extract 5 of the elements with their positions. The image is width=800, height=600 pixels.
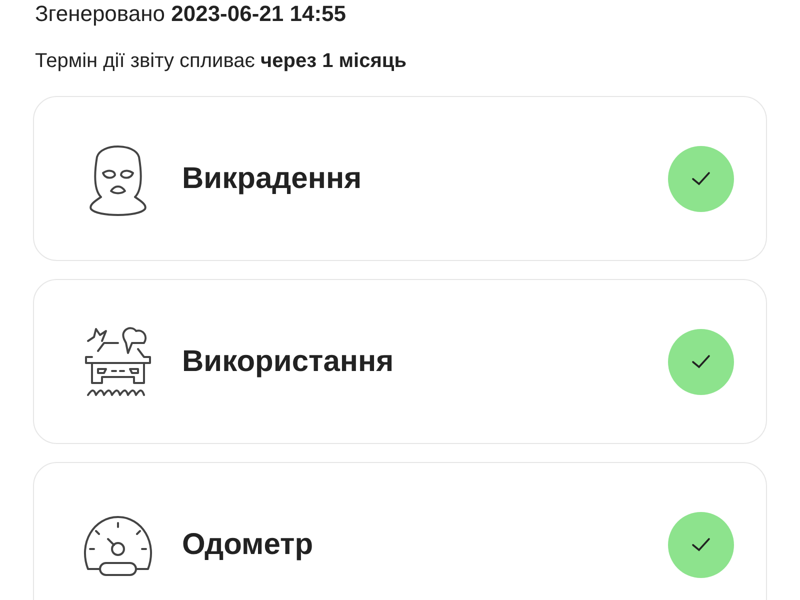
check-title: Викрадення (182, 161, 363, 197)
expiry-note: Термін дії звіту спливає через 1 місяць (34, 49, 408, 74)
check-title: Використання (182, 344, 395, 380)
generated-date: Згенеровано 2023-06-21 14:55 (34, 0, 348, 27)
check-title: Одометр (182, 527, 314, 563)
